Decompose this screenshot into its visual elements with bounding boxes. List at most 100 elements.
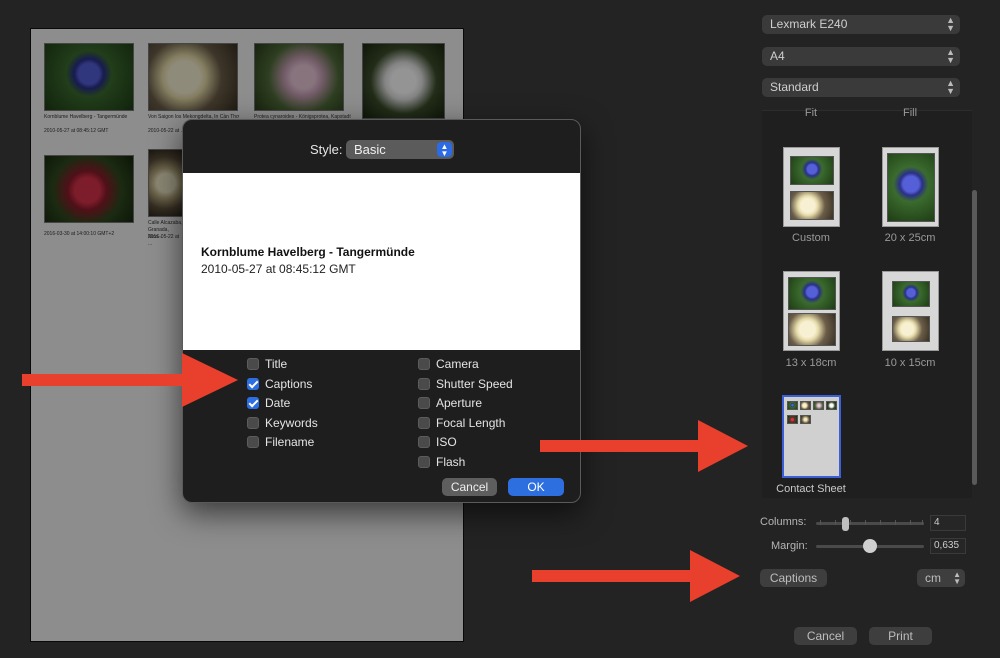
mini-photo bbox=[787, 415, 798, 424]
size-option-20x25[interactable] bbox=[882, 147, 939, 227]
slider-tick bbox=[880, 520, 881, 525]
updown-chevron-icon: ▲ ▼ bbox=[946, 47, 955, 65]
flash-checkbox[interactable] bbox=[418, 456, 430, 468]
print-button[interactable]: Print bbox=[869, 627, 932, 645]
style-select[interactable]: Basic ▲ ▼ bbox=[346, 140, 454, 159]
option-camera[interactable]: Camera bbox=[418, 356, 479, 372]
arrow-right-icon bbox=[22, 353, 238, 407]
dialog-ok-button[interactable]: OK bbox=[508, 478, 564, 496]
mini-photo bbox=[892, 316, 930, 342]
option-label: Flash bbox=[436, 455, 466, 469]
layout-scrollbar[interactable] bbox=[972, 190, 977, 485]
focal-length-checkbox[interactable] bbox=[418, 417, 430, 429]
date-checkbox[interactable] bbox=[247, 397, 259, 409]
captions-checkbox[interactable] bbox=[247, 378, 259, 390]
option-focal-length[interactable]: Focal Length bbox=[418, 415, 505, 431]
slider-tick bbox=[922, 520, 923, 525]
captions-button[interactable]: Captions bbox=[760, 569, 827, 587]
dialog-cancel-button[interactable]: Cancel bbox=[442, 478, 497, 496]
size-option-custom[interactable] bbox=[783, 147, 840, 227]
quality-value: Standard bbox=[770, 80, 819, 94]
size-option-contact-sheet[interactable] bbox=[782, 395, 841, 478]
margin-field[interactable]: 0,635 bbox=[930, 538, 966, 554]
slider-tick bbox=[820, 520, 821, 525]
title-checkbox[interactable] bbox=[247, 358, 259, 370]
option-label: Date bbox=[265, 396, 291, 410]
cancel-button[interactable]: Cancel bbox=[794, 627, 857, 645]
quality-select[interactable]: Standard ▲ ▼ bbox=[762, 78, 960, 97]
option-title[interactable]: Title bbox=[247, 356, 287, 372]
updown-chevron-icon: ▲ ▼ bbox=[946, 15, 955, 33]
keywords-checkbox[interactable] bbox=[247, 417, 259, 429]
mini-photo bbox=[787, 401, 798, 410]
option-label: Captions bbox=[265, 377, 313, 391]
size-label-20x25: 20 x 25cm bbox=[884, 232, 936, 244]
size-label-contact-sheet: Contact Sheet bbox=[776, 483, 846, 495]
mini-photo bbox=[887, 153, 935, 222]
mini-photo bbox=[790, 191, 834, 220]
size-label-custom: Custom bbox=[792, 232, 830, 244]
slider-tick bbox=[850, 520, 851, 525]
printer-select[interactable]: Lexmark E240 ▲ ▼ bbox=[762, 15, 960, 34]
mini-photo bbox=[790, 156, 834, 185]
option-label: Camera bbox=[436, 357, 479, 371]
aperture-checkbox[interactable] bbox=[418, 397, 430, 409]
size-option-13x18[interactable] bbox=[783, 271, 840, 351]
mini-photo bbox=[892, 281, 930, 307]
option-label: Keywords bbox=[265, 416, 318, 430]
size-label-13x18: 13 x 18cm bbox=[785, 357, 837, 369]
option-label: Focal Length bbox=[436, 416, 506, 430]
slider-tick bbox=[835, 520, 836, 525]
camera-checkbox[interactable] bbox=[418, 358, 430, 370]
caption-preview-date: 2010-05-27 at 08:45:12 GMT bbox=[201, 262, 356, 276]
option-shutter-speed[interactable]: Shutter Speed bbox=[418, 376, 513, 392]
columns-slider-track[interactable] bbox=[816, 522, 924, 525]
paper-size-select[interactable]: A4 ▲ ▼ bbox=[762, 47, 960, 66]
option-label: ISO bbox=[436, 435, 457, 449]
option-filename[interactable]: Filename bbox=[247, 434, 314, 450]
option-label: Title bbox=[265, 357, 288, 371]
option-label: Aperture bbox=[436, 396, 483, 410]
fill-label: Fill bbox=[902, 107, 918, 116]
updown-chevron-icon: ▲ ▼ bbox=[953, 570, 961, 586]
iso-checkbox[interactable] bbox=[418, 436, 430, 448]
caption-preview: Kornblume Havelberg - Tangermünde 2010-0… bbox=[183, 173, 580, 350]
columns-field[interactable]: 4 bbox=[930, 515, 966, 531]
size-option-10x15[interactable] bbox=[882, 271, 939, 351]
slider-tick bbox=[865, 520, 866, 525]
unit-select[interactable]: cm ▲ ▼ bbox=[917, 569, 965, 587]
caption-preview-title: Kornblume Havelberg - Tangermünde bbox=[201, 245, 415, 259]
option-flash[interactable]: Flash bbox=[418, 454, 465, 470]
margin-label: Margin: bbox=[771, 540, 808, 552]
mini-photo bbox=[800, 415, 811, 424]
mini-photo bbox=[800, 401, 811, 410]
paper-size-value: A4 bbox=[770, 49, 785, 63]
slider-tick bbox=[895, 520, 896, 525]
option-label: Shutter Speed bbox=[436, 377, 513, 391]
option-aperture[interactable]: Aperture bbox=[418, 395, 482, 411]
option-iso[interactable]: ISO bbox=[418, 434, 457, 450]
margin-slider-knob[interactable] bbox=[863, 539, 877, 553]
arrow-right-icon bbox=[540, 420, 748, 472]
fit-label: Fit bbox=[804, 107, 818, 116]
mini-photo bbox=[788, 277, 836, 310]
option-keywords[interactable]: Keywords bbox=[247, 415, 318, 431]
option-label: Filename bbox=[265, 435, 315, 449]
mini-photo bbox=[826, 401, 837, 410]
updown-chevron-icon: ▲ ▼ bbox=[437, 142, 452, 158]
size-label-10x15: 10 x 15cm bbox=[884, 357, 936, 369]
columns-slider-knob[interactable] bbox=[842, 517, 849, 531]
option-date[interactable]: Date bbox=[247, 395, 290, 411]
style-select-value: Basic bbox=[354, 142, 386, 157]
slider-tick bbox=[910, 520, 911, 525]
mini-photo bbox=[813, 401, 824, 410]
arrow-right-icon bbox=[532, 550, 740, 602]
columns-label: Columns: bbox=[760, 516, 807, 528]
shutter-speed-checkbox[interactable] bbox=[418, 378, 430, 390]
filename-checkbox[interactable] bbox=[247, 436, 259, 448]
style-label: Style: bbox=[310, 142, 343, 157]
printer-select-value: Lexmark E240 bbox=[770, 17, 848, 31]
captions-dialog: Style: Basic ▲ ▼ Kornblume Havelberg - Ta… bbox=[182, 119, 581, 503]
option-captions[interactable]: Captions bbox=[247, 376, 312, 392]
unit-value: cm bbox=[925, 571, 941, 585]
